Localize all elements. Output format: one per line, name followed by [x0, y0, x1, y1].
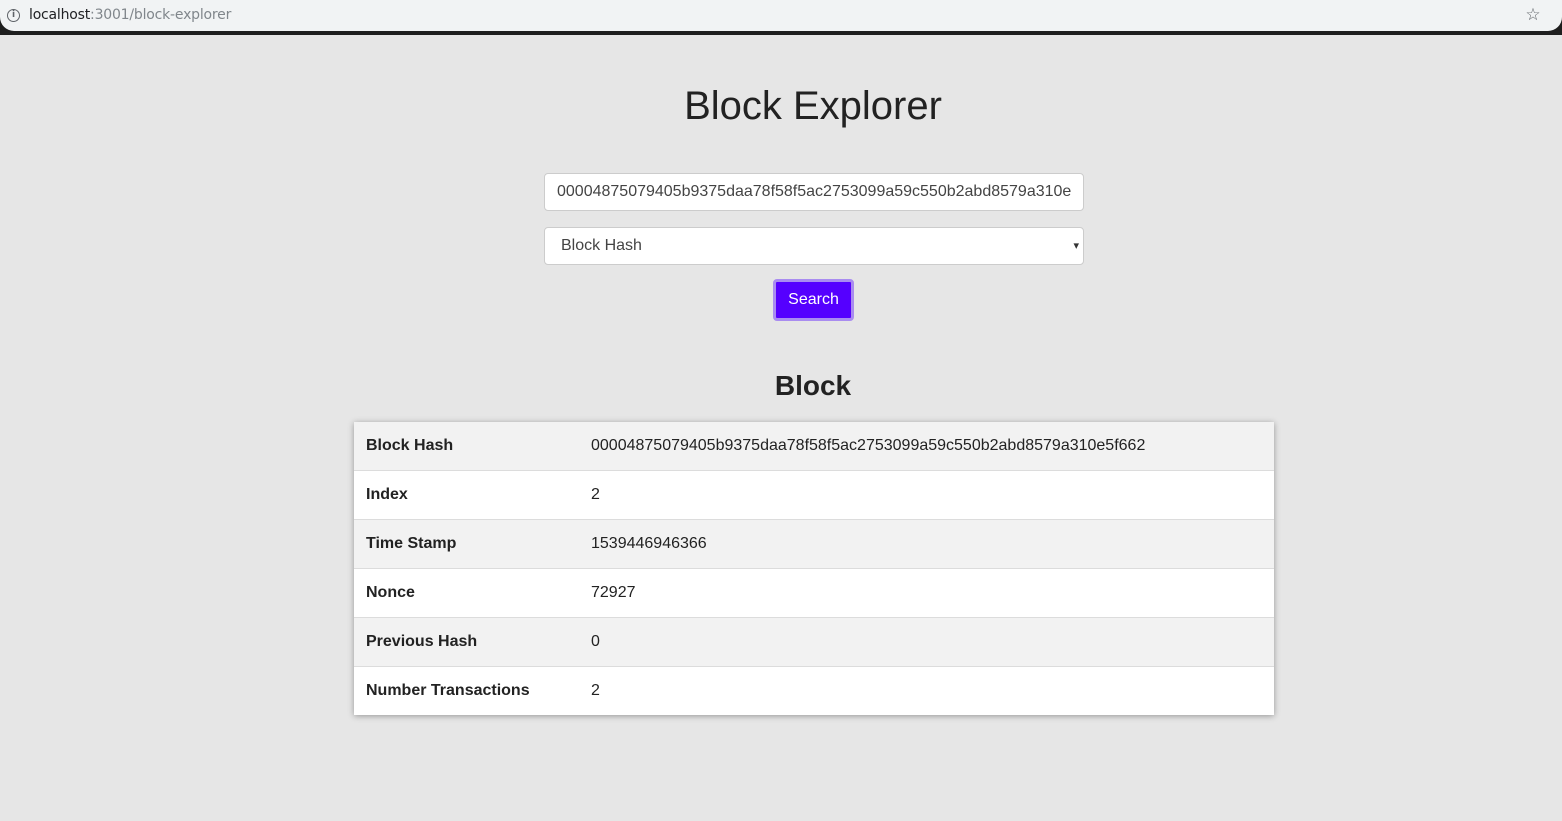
table-row: Time Stamp 1539446946366: [354, 519, 1274, 568]
row-value: 00004875079405b9375daa78f58f5ac2753099a5…: [591, 437, 1146, 454]
row-key: Number Transactions: [366, 682, 530, 699]
bookmark-star-icon[interactable]: ☆: [1524, 6, 1542, 24]
table-row: Nonce 72927: [354, 568, 1274, 617]
search-type-selected-value: Block Hash: [561, 237, 642, 254]
table-row: Index 2: [354, 470, 1274, 519]
browser-address-bar: i localhost:3001/block-explorer ☆: [0, 0, 1562, 35]
chevron-down-icon: ▾: [1073, 239, 1079, 252]
search-type-select[interactable]: Block Hash ▾: [544, 227, 1084, 265]
row-value: 0: [591, 633, 600, 650]
table-row: Number Transactions 2: [354, 666, 1274, 715]
url-text[interactable]: localhost:3001/block-explorer: [29, 7, 231, 23]
table-row: Previous Hash 0: [354, 617, 1274, 666]
url-path: :3001/block-explorer: [90, 7, 232, 23]
omnibox[interactable]: i localhost:3001/block-explorer ☆: [0, 0, 1562, 31]
row-value: 2: [591, 682, 600, 699]
search-button[interactable]: Search: [773, 279, 854, 321]
table-row: Block Hash 00004875079405b9375daa78f58f5…: [354, 422, 1274, 470]
row-key: Nonce: [366, 584, 415, 601]
row-key: Time Stamp: [366, 535, 457, 552]
row-key: Block Hash: [366, 437, 454, 454]
block-section-title: Block: [774, 370, 852, 401]
row-key: Index: [366, 486, 408, 503]
info-icon[interactable]: i: [7, 9, 20, 22]
row-value: 1539446946366: [591, 535, 707, 552]
row-value: 72927: [591, 584, 636, 601]
row-value: 2: [591, 486, 600, 503]
search-input[interactable]: 00004875079405b9375daa78f58f5ac2753099a5…: [544, 173, 1084, 211]
block-details-table: Block Hash 00004875079405b9375daa78f58f5…: [354, 422, 1274, 715]
url-host: localhost: [29, 7, 91, 23]
page-title: Block Explorer: [684, 84, 942, 128]
row-key: Previous Hash: [366, 633, 478, 650]
